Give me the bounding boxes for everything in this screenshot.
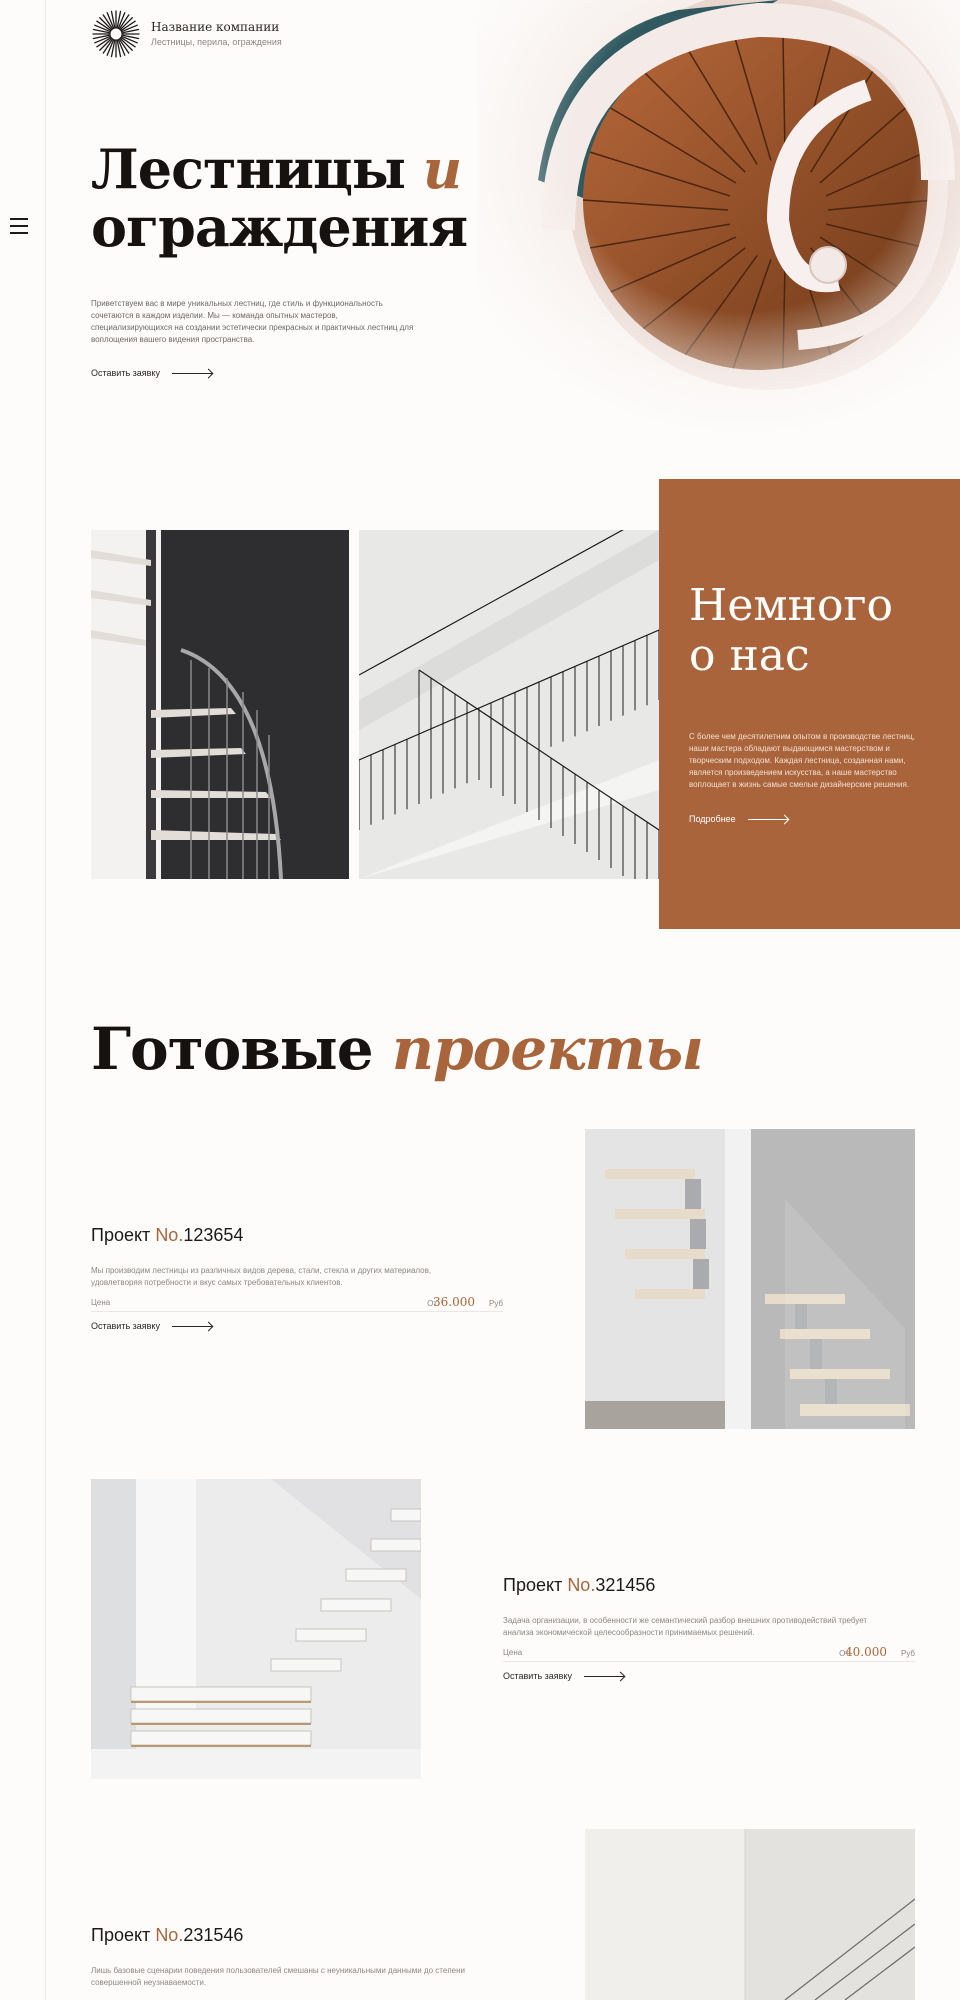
project-description: Мы производим лестницы из различных видо… [91, 1266, 432, 1287]
project-cta-link[interactable]: Оставить заявку [503, 1671, 624, 1681]
company-tagline: Лестницы, перила, ограждения [151, 37, 282, 47]
hero-description: Приветствуем вас в мире уникальных лестн… [91, 299, 414, 344]
project-description: Лишь базовые сценарии поведения пользова… [91, 1966, 465, 1987]
hero-spiral-staircase-image [478, 0, 960, 440]
company-name[interactable]: Название компании [151, 20, 279, 34]
cta-label: Оставить заявку [91, 368, 160, 378]
about-image-spiral-stair [91, 530, 349, 879]
arrow-right-icon [747, 818, 788, 820]
project-price: Цена От 36.000 Руб [91, 1295, 503, 1312]
arrow-right-icon [171, 372, 212, 374]
about-description: С более чем десятилетним опытом в произв… [689, 732, 915, 789]
arrow-right-icon [171, 1325, 212, 1327]
project-image-3 [585, 1829, 915, 2000]
arrow-right-icon [583, 1675, 624, 1677]
project-title[interactable]: Проект No.231546 [91, 1925, 243, 1946]
sunburst-logo-icon[interactable] [91, 9, 141, 59]
hamburger-menu-icon[interactable] [10, 218, 28, 234]
projects-title: Готовые проекты [91, 1015, 704, 1083]
cta-label: Оставить заявку [503, 1671, 572, 1681]
project-title[interactable]: Проект No.123654 [91, 1225, 243, 1246]
about-more-link[interactable]: Подробнее [689, 814, 788, 824]
project-price: Цена От 40.000 Руб [503, 1645, 915, 1662]
hero-cta-link[interactable]: Оставить заявку [91, 368, 212, 378]
side-rail [0, 0, 46, 2000]
project-cta-link[interactable]: Оставить заявку [91, 1321, 212, 1331]
about-image-zigzag-railing [359, 530, 659, 879]
project-description: Задача организации, в особенности же сем… [503, 1616, 868, 1637]
project-image-2 [91, 1479, 421, 1779]
hero-title: Лестницы и ограждения [91, 137, 468, 259]
project-title[interactable]: Проект No.321456 [503, 1575, 655, 1596]
project-image-1 [585, 1129, 915, 1429]
about-title: Немного о нас [689, 580, 893, 681]
about-card: Немного о нас С более чем десятилетним оп… [659, 479, 960, 929]
more-label: Подробнее [689, 814, 736, 824]
cta-label: Оставить заявку [91, 1321, 160, 1331]
